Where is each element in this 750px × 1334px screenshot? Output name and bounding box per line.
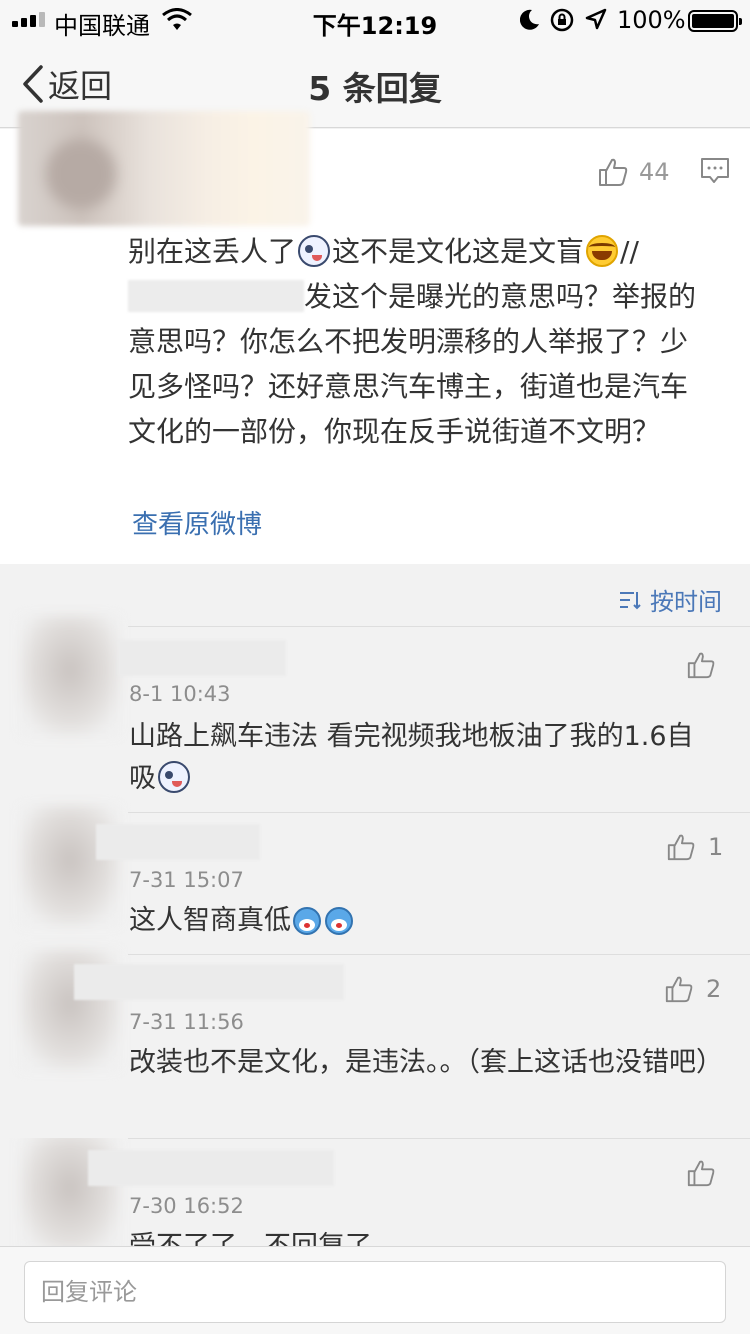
- status-bar: 中国联通 下午12:19 100%: [0, 0, 750, 40]
- panda-emoji-icon: [158, 761, 190, 793]
- battery-icon: [688, 10, 742, 32]
- username[interactable]: [88, 1150, 334, 1186]
- comment-text: 别在这丢人了 这不是文化这是文盲//发这个是曝光的意思吗？举报的意思吗？你怎么不把…: [128, 229, 708, 454]
- laugh-cry-emoji-icon: [586, 235, 619, 267]
- battery-percent: 100%: [617, 6, 686, 34]
- back-label: 返回: [48, 67, 113, 105]
- sort-by-time-button[interactable]: 按时间: [618, 582, 722, 617]
- reply-text: 山路上飙车违法 看完视频我地板油了我的1.6自吸: [129, 716, 719, 800]
- divider: [128, 812, 750, 813]
- like-button[interactable]: 2: [664, 974, 721, 1004]
- thumb-up-icon: [687, 1160, 715, 1187]
- like-count: 44: [639, 158, 670, 186]
- username[interactable]: [74, 964, 344, 1000]
- sort-icon: [620, 591, 641, 609]
- rotation-lock-icon: [550, 8, 574, 32]
- reply-item: 7-30 16:52 受不了了，不回复了: [0, 1138, 750, 1246]
- divider: [128, 954, 750, 955]
- comment-text-part: 别在这丢人了: [128, 235, 297, 268]
- reply-text-content: 山路上飙车违法 看完视频我地板油了我的1.6自吸: [129, 721, 694, 794]
- reply-text: 受不了了，不回复了: [129, 1226, 719, 1246]
- reply-time: 7-31 15:07: [129, 868, 244, 892]
- username[interactable]: [96, 824, 260, 860]
- location-icon: [585, 8, 607, 30]
- view-original-link[interactable]: 查看原微博: [132, 504, 262, 541]
- thumb-up-icon: [687, 652, 715, 679]
- comment-text-part: 这不是文化这是文盲: [332, 235, 585, 268]
- comment-text-part: //: [620, 235, 639, 268]
- like-count: 1: [708, 833, 724, 861]
- thumb-up-icon: [599, 158, 628, 186]
- reply-item: 8-1 10:43 山路上飙车违法 看完视频我地板油了我的1.6自吸: [0, 616, 750, 812]
- reply-text-content: 这人智商真低: [129, 905, 291, 936]
- author-avatar[interactable]: [18, 111, 310, 226]
- chevron-left-icon: [23, 65, 43, 103]
- reply-item: 1 7-31 15:07 这人智商真低: [0, 806, 750, 954]
- like-count: 2: [706, 975, 722, 1003]
- reply-item: 2 7-31 11:56 改装也不是文化，是违法。。（套上这话也没错吧）: [0, 950, 750, 1138]
- comment-button[interactable]: [700, 157, 730, 189]
- back-button[interactable]: 返回: [22, 62, 112, 106]
- doraemon-emoji-icon: [293, 907, 321, 935]
- main-comment: 44 别在这丢人了 这不是文化这是文盲//发这个是曝光的意思吗？举报的意思吗？你怎…: [0, 111, 750, 564]
- comment-icon: [701, 158, 729, 183]
- avatar[interactable]: [20, 616, 120, 736]
- reply-time: 7-31 11:56: [129, 1010, 244, 1034]
- like-button[interactable]: [686, 650, 728, 680]
- mention-link[interactable]: [128, 280, 304, 312]
- like-button[interactable]: [686, 1158, 728, 1188]
- thumb-up-icon: [665, 976, 693, 1003]
- moon-icon: [520, 9, 539, 30]
- panda-emoji-icon: [298, 235, 331, 267]
- reply-time: 7-30 16:52: [129, 1194, 244, 1218]
- reply-time: 8-1 10:43: [129, 682, 231, 706]
- like-button[interactable]: 1: [666, 832, 723, 862]
- reply-input-bar: 回复评论: [0, 1246, 750, 1334]
- username[interactable]: [118, 640, 286, 676]
- divider: [128, 1138, 750, 1139]
- reply-text: 这人智商真低: [129, 900, 719, 942]
- like-button[interactable]: 44: [597, 156, 670, 188]
- reply-input[interactable]: 回复评论: [24, 1261, 726, 1323]
- doraemon-emoji-icon: [325, 907, 353, 935]
- divider: [128, 626, 750, 627]
- sort-label: 按时间: [650, 588, 722, 616]
- thumb-up-icon: [667, 834, 695, 861]
- page-title: 5 条回复: [308, 69, 442, 108]
- reply-text: 改装也不是文化，是违法。。（套上这话也没错吧）: [129, 1047, 723, 1078]
